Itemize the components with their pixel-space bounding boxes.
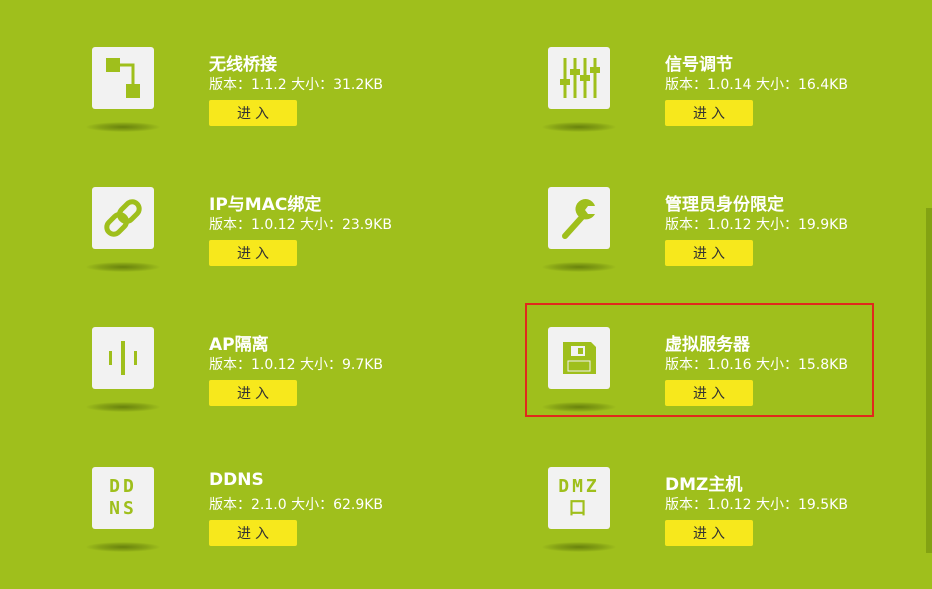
isolation-icon [92,327,154,389]
ddns-icon-line-1: DD [109,476,137,497]
tile-shadow [86,262,160,272]
tile-shadow [86,402,160,412]
dmz-icon: DMZ 口 [548,467,610,529]
app-card-dmz-host: DMZ 口 DMZ主机 版本：1.0.12 大小：19.5KB 进入 [538,462,868,572]
tile-shadow [86,122,160,132]
app-meta: 版本：1.0.14 大小：16.4KB [665,77,848,93]
app-name: 无线桥接 [209,55,277,75]
app-meta: 版本：1.0.12 大小：23.9KB [209,217,392,233]
app-name: DDNS [209,470,264,490]
dmz-icon-line-2: 口 [568,498,590,519]
enter-button-ddns[interactable]: 进入 [209,520,297,546]
tile-shadow [86,542,160,552]
app-card-admin-restriction: 管理员身份限定 版本：1.0.12 大小：19.9KB 进入 [538,182,868,292]
link-icon [92,187,154,249]
app-name: DMZ主机 [665,475,743,495]
enter-button-signal-adjust[interactable]: 进入 [665,100,753,126]
app-card-ap-isolation: AP隔离 版本：1.0.12 大小：9.7KB 进入 [82,322,412,432]
enter-button-ip-mac-binding[interactable]: 进入 [209,240,297,266]
selection-highlight-box [525,303,874,417]
wrench-icon [548,187,610,249]
ddns-icon-line-2: NS [109,498,137,519]
enter-button-dmz-host[interactable]: 进入 [665,520,753,546]
dmz-icon-line-1: DMZ [558,476,600,497]
sliders-icon [548,47,610,109]
ddns-icon: DD NS [92,467,154,529]
app-meta: 版本：1.0.12 大小：19.9KB [665,217,848,233]
bridge-icon [92,47,154,109]
app-card-signal-adjust: 信号调节 版本：1.0.14 大小：16.4KB 进入 [538,42,868,152]
app-card-wireless-bridge: 无线桥接 版本：1.1.2 大小：31.2KB 进入 [82,42,412,152]
app-meta: 版本：2.1.0 大小：62.9KB [209,497,384,513]
scrollbar[interactable] [926,208,932,553]
app-name: 信号调节 [665,55,733,75]
app-card-ddns: DD NS DDNS 版本：2.1.0 大小：62.9KB 进入 [82,462,412,572]
app-meta: 版本：1.0.12 大小：9.7KB [209,357,384,373]
app-name: 管理员身份限定 [665,195,784,215]
app-name: IP与MAC绑定 [209,195,322,215]
app-name: AP隔离 [209,335,269,355]
tile-shadow [542,262,616,272]
tile-shadow [542,122,616,132]
app-meta: 版本：1.0.12 大小：19.5KB [665,497,848,513]
app-meta: 版本：1.1.2 大小：31.2KB [209,77,384,93]
enter-button-ap-isolation[interactable]: 进入 [209,380,297,406]
tile-shadow [542,542,616,552]
app-card-ip-mac-binding: IP与MAC绑定 版本：1.0.12 大小：23.9KB 进入 [82,182,412,292]
enter-button-admin-restriction[interactable]: 进入 [665,240,753,266]
enter-button-wireless-bridge[interactable]: 进入 [209,100,297,126]
